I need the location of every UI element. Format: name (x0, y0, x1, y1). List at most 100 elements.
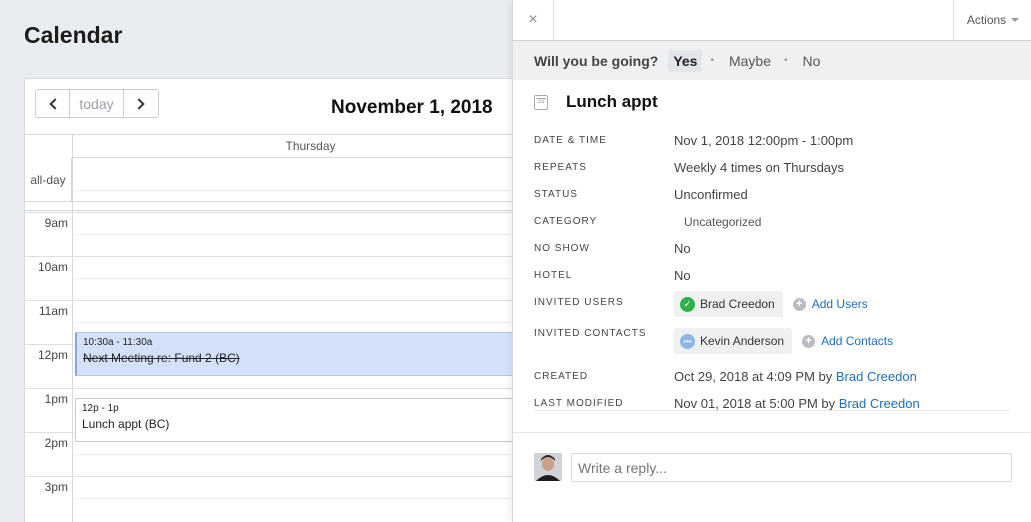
modified-text: Nov 01, 2018 at 5:00 PM by (674, 396, 836, 411)
prev-day-button[interactable] (36, 90, 70, 117)
contact-chip[interactable]: ••• Kevin Anderson (674, 328, 793, 354)
created-text: Oct 29, 2018 at 4:09 PM by (674, 369, 833, 384)
created-by-link[interactable]: Brad Creedon (836, 369, 917, 384)
field-value: Nov 01, 2018 at 5:00 PM by Brad Creedon (674, 396, 920, 411)
modified-by-link[interactable]: Brad Creedon (839, 396, 920, 411)
actions-dropdown[interactable]: Actions (953, 0, 1031, 40)
field-value: Weekly 4 times on Thursdays (674, 160, 845, 175)
field-hotel: Hotel No (534, 262, 1010, 289)
add-users-label: Add Users (811, 297, 868, 311)
half-hour-slot[interactable] (72, 454, 523, 476)
field-label: Category (534, 216, 598, 227)
add-contacts-link[interactable]: + Add Contacts (802, 334, 893, 348)
field-status: Status Unconfirmed (534, 181, 1010, 208)
event-time: 10:30a - 11:30a (83, 337, 153, 348)
field-label: Invited Users (534, 297, 624, 308)
more-dots-icon: ••• (680, 333, 695, 349)
date-heading: November 1, 2018 (331, 97, 493, 118)
calendar-icon-day: 31 (537, 97, 545, 105)
field-value: No (674, 268, 691, 283)
hour-slot[interactable]: 3pm (25, 476, 523, 498)
avatar (534, 453, 562, 481)
half-hour-slot[interactable] (72, 234, 523, 256)
fields-divider (534, 410, 1010, 411)
event-title: Lunch appt (BC) (82, 417, 170, 431)
field-label: Status (534, 189, 578, 200)
field-label: Invited Contacts (534, 328, 647, 339)
field-label: Last Modified (534, 398, 624, 409)
field-invited-users: Invited Users ✓ Brad Creedon + Add Users (534, 289, 1010, 326)
half-hour-slot[interactable] (72, 278, 523, 300)
actions-label: Actions (966, 13, 1007, 27)
field-created: Created Oct 29, 2018 at 4:09 PM by Brad … (534, 363, 1010, 390)
next-day-button[interactable] (124, 90, 158, 117)
close-button[interactable]: × (513, 0, 554, 40)
hour-slot[interactable]: 9am (25, 212, 523, 234)
user-chip-label: Brad Creedon (700, 297, 775, 311)
event-next-meeting[interactable]: 10:30a - 11:30a Next Meeting re: Fund 2 … (75, 332, 525, 376)
rsvp-question: Will you be going? (534, 52, 659, 69)
field-invited-contacts: Invited Contacts ••• Kevin Anderson + Ad… (534, 326, 1010, 363)
event-title: Lunch appt (566, 92, 658, 111)
event-fields: Date & Time Nov 1, 2018 12:00pm - 1:00pm… (534, 127, 1010, 417)
field-value: Nov 1, 2018 12:00pm - 1:00pm (674, 133, 854, 148)
calendar-icon: 31 (534, 94, 548, 110)
field-label: No Show (534, 243, 590, 254)
category-value[interactable]: Uncategorized (674, 215, 761, 229)
field-last-modified: Last Modified Nov 01, 2018 at 5:00 PM by… (534, 390, 1010, 417)
event-lunch-appt[interactable]: 12p - 1p Lunch appt (BC) (75, 398, 525, 442)
chevron-right-icon (133, 97, 145, 110)
hour-slot[interactable]: 11am (25, 300, 523, 322)
separator-dot: • (710, 55, 714, 66)
plus-circle-icon: + (792, 297, 806, 311)
close-icon: × (528, 11, 538, 28)
calendar-nav: today (35, 89, 159, 118)
field-value: Oct 29, 2018 at 4:09 PM by Brad Creedon (674, 369, 917, 384)
rsvp-no[interactable]: No (798, 50, 826, 72)
user-chip[interactable]: ✓ Brad Creedon (674, 291, 783, 317)
field-label: Hotel (534, 270, 573, 281)
event-title: Next Meeting re: Fund 2 (BC) (83, 351, 240, 365)
field-label: Date & Time (534, 135, 607, 146)
event-time: 12p - 1p (82, 403, 119, 414)
rsvp-yes[interactable]: Yes (668, 49, 703, 72)
day-header: Thursday (72, 135, 523, 158)
separator-dot: • (784, 55, 788, 66)
hour-slot[interactable]: 10am (25, 256, 523, 278)
calendar-view: today November 1, 2018 Thursday all-day … (24, 78, 525, 522)
hour-label: 3pm (44, 480, 68, 494)
day-grid: Thursday all-day 9am 10am 11am 12pm 1pm 2pm 3p… (25, 134, 525, 522)
hour-label: 9am (44, 216, 68, 230)
half-hour-slot[interactable] (72, 190, 523, 212)
half-hour-slot[interactable] (72, 498, 523, 520)
hour-label: 11am (38, 304, 68, 318)
rsvp-maybe[interactable]: Maybe (724, 50, 776, 72)
plus-circle-icon: + (802, 334, 816, 348)
contact-chip-label: Kevin Anderson (700, 334, 785, 348)
reply-section (513, 432, 1031, 522)
hour-label: 2pm (44, 436, 68, 450)
field-category: Category Uncategorized (534, 208, 1010, 235)
rsvp-bar: Will you be going? Yes • Maybe • No (513, 41, 1031, 80)
event-detail-panel: × Actions Will you be going? Yes • Maybe… (512, 0, 1031, 522)
today-button[interactable]: today (70, 90, 124, 117)
field-label: Created (534, 371, 589, 382)
caret-down-icon (1011, 18, 1020, 22)
event-header: 31 Lunch appt (534, 92, 658, 112)
check-circle-icon: ✓ (680, 296, 695, 312)
field-value: Unconfirmed (674, 187, 748, 202)
avatar-image (534, 453, 562, 481)
page-title: Calendar (24, 22, 123, 48)
field-repeats: Repeats Weekly 4 times on Thursdays (534, 154, 1010, 181)
allday-label: all-day (25, 158, 72, 202)
chevron-left-icon (48, 97, 61, 110)
hour-label: 10am (37, 260, 68, 274)
hour-label: 12pm (37, 348, 68, 362)
add-users-link[interactable]: + Add Users (792, 297, 868, 311)
field-value: No (674, 241, 691, 256)
field-date-time: Date & Time Nov 1, 2018 12:00pm - 1:00pm (534, 127, 1010, 154)
field-label: Repeats (534, 162, 587, 173)
field-no-show: No Show No (534, 235, 1010, 262)
reply-input[interactable] (571, 453, 1012, 482)
add-contacts-label: Add Contacts (821, 334, 894, 348)
